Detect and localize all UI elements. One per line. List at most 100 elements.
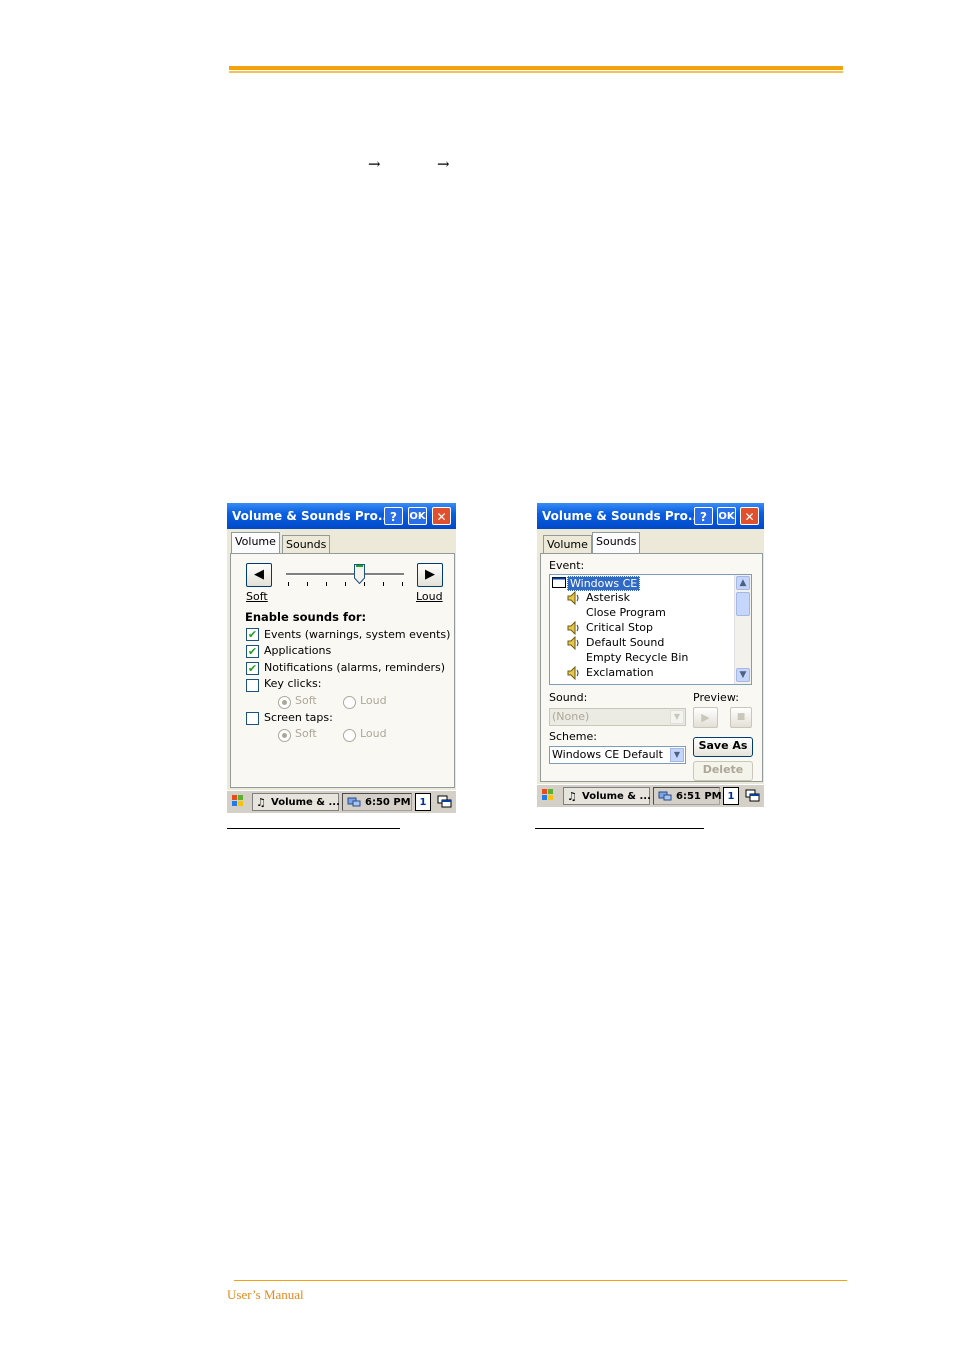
scheme-label: Scheme: [549,730,597,743]
close-button[interactable]: ✕ [740,507,759,525]
speaker-icon: ♫ [567,790,577,803]
window-title: Volume & Sounds Pro... [232,509,392,523]
screen-taps-loud-radio[interactable] [343,729,356,742]
start-button-icon[interactable] [541,788,555,801]
taskbar: ♫ Volume & ... 6:50 PM 1 [227,790,456,813]
ok-button[interactable]: OK [717,507,736,525]
volume-slider-thumb[interactable] [353,564,365,584]
key-clicks-soft-label: Soft [295,694,317,707]
sound-label: Sound: [549,691,588,704]
window-icon [552,577,566,588]
desktop-windows-icon[interactable] [437,795,452,809]
network-icon [347,797,361,807]
event-label: Event: [549,559,585,572]
scroll-up-icon[interactable]: ▲ [736,576,750,590]
slider-tick [383,582,384,586]
screen-taps-checkbox[interactable] [246,712,259,725]
help-button[interactable]: ? [694,507,713,525]
event-list-scrollbar[interactable]: ▲ ▼ [734,575,751,684]
event-item-windows-ce[interactable]: Windows CE [567,576,641,591]
tab-volume[interactable]: Volume [543,535,592,554]
stop-button[interactable]: ■ [730,707,752,728]
notifications-checkbox[interactable]: ✔ [246,662,259,675]
event-tree-list[interactable]: Windows CE Asterisk Close Program Critic… [549,574,752,685]
key-clicks-checkbox[interactable] [246,679,259,692]
slider-tick [326,582,327,586]
taskbar: ♫ Volume & ... 6:51 PM 1 [537,784,764,807]
close-button[interactable]: ✕ [432,507,451,525]
volume-sounds-window-volume: Volume & Sounds Pro... ? OK ✕ Volume Sou… [227,503,456,813]
footer-title: User’s Manual [227,1287,304,1302]
ok-button[interactable]: OK [408,507,427,525]
input-panel-button[interactable]: 1 [415,793,431,811]
speaker-icon: ♫ [256,796,266,809]
sound-select[interactable]: (None) ▼ [549,708,686,726]
events-checkbox[interactable]: ✔ [246,628,259,641]
volume-tab-panel: ◀ ▶ Soft Loud Enable sounds for: ✔ Event… [230,553,455,788]
volume-sounds-window-sounds: Volume & Sounds Pro... ? OK ✕ Volume Sou… [537,503,764,807]
tab-sounds[interactable]: Sounds [592,532,641,553]
screen-taps-soft-label: Soft [295,727,317,740]
taskbar-task-button[interactable]: ♫ Volume & ... [252,793,340,811]
event-item-exclamation[interactable]: Exclamation [586,666,654,679]
event-item-empty-recycle-bin[interactable]: Empty Recycle Bin [586,651,688,664]
slider-tick [402,582,403,586]
clock-time: 6:51 PM [676,791,722,802]
event-item-asterisk[interactable]: Asterisk [586,591,630,604]
taskbar-clock: 6:51 PM [653,787,722,805]
enable-sounds-heading: Enable sounds for: [245,610,367,624]
applications-label: Applications [264,644,332,657]
screen-taps-soft-radio[interactable] [278,729,291,742]
save-as-button[interactable]: Save As [693,737,753,757]
event-item-close-program[interactable]: Close Program [586,606,666,619]
chevron-down-icon: ▼ [670,710,684,724]
header-rule [229,66,843,70]
volume-down-button[interactable]: ◀ [246,563,272,587]
key-clicks-soft-radio[interactable] [278,696,291,709]
taskbar-clock: 6:50 PM [342,793,412,811]
caption-underline [535,828,704,829]
sound-select-value: (None) [552,710,590,723]
caption-underline [227,828,400,829]
applications-checkbox[interactable]: ✔ [246,645,259,658]
taskbar-task-button[interactable]: ♫ Volume & ... [563,787,651,805]
help-button[interactable]: ? [384,507,403,525]
loud-label: Loud [416,590,443,603]
screen-taps-label: Screen taps: [264,711,333,724]
speaker-icon [567,666,579,680]
delete-button[interactable]: Delete [693,761,753,781]
breadcrumb-arrow-1: → [368,155,381,173]
preview-label: Preview: [693,691,739,704]
input-panel-button[interactable]: 1 [723,787,739,805]
tab-volume[interactable]: Volume [231,532,280,553]
volume-slider-track[interactable] [286,573,404,576]
header-rule-secondary [229,71,843,73]
event-item-critical-stop[interactable]: Critical Stop [586,621,653,634]
title-bar: Volume & Sounds Pro... ? OK ✕ [227,503,456,529]
taskbar-task-label: Volume & ... [582,791,651,802]
clock-time: 6:50 PM [365,797,411,808]
desktop-windows-icon[interactable] [745,789,760,803]
speaker-icon [567,621,579,635]
scheme-select-value: Windows CE Default [552,748,663,761]
scroll-down-icon[interactable]: ▼ [736,668,750,682]
slider-tick [288,582,289,586]
play-button[interactable]: ▶ [693,707,718,728]
taskbar-task-label: Volume & ... [271,797,340,808]
window-title: Volume & Sounds Pro... [542,509,702,523]
volume-up-button[interactable]: ▶ [417,563,443,587]
footer-rule [234,1280,847,1281]
event-item-default-sound[interactable]: Default Sound [586,636,664,649]
key-clicks-loud-radio[interactable] [343,696,356,709]
soft-label: Soft [246,590,268,603]
breadcrumb-arrow-2: → [437,155,450,173]
tab-sounds[interactable]: Sounds [282,535,331,554]
screen-taps-loud-label: Loud [360,727,387,740]
title-bar: Volume & Sounds Pro... ? OK ✕ [537,503,764,529]
scrollbar-thumb[interactable] [736,592,750,616]
speaker-icon [567,636,579,650]
notifications-label: Notifications (alarms, reminders) [264,661,446,674]
scheme-select[interactable]: Windows CE Default ▼ [549,746,686,764]
sounds-tab-panel: Event: Windows CE Asterisk Close Program… [540,553,763,782]
start-button-icon[interactable] [231,794,245,807]
